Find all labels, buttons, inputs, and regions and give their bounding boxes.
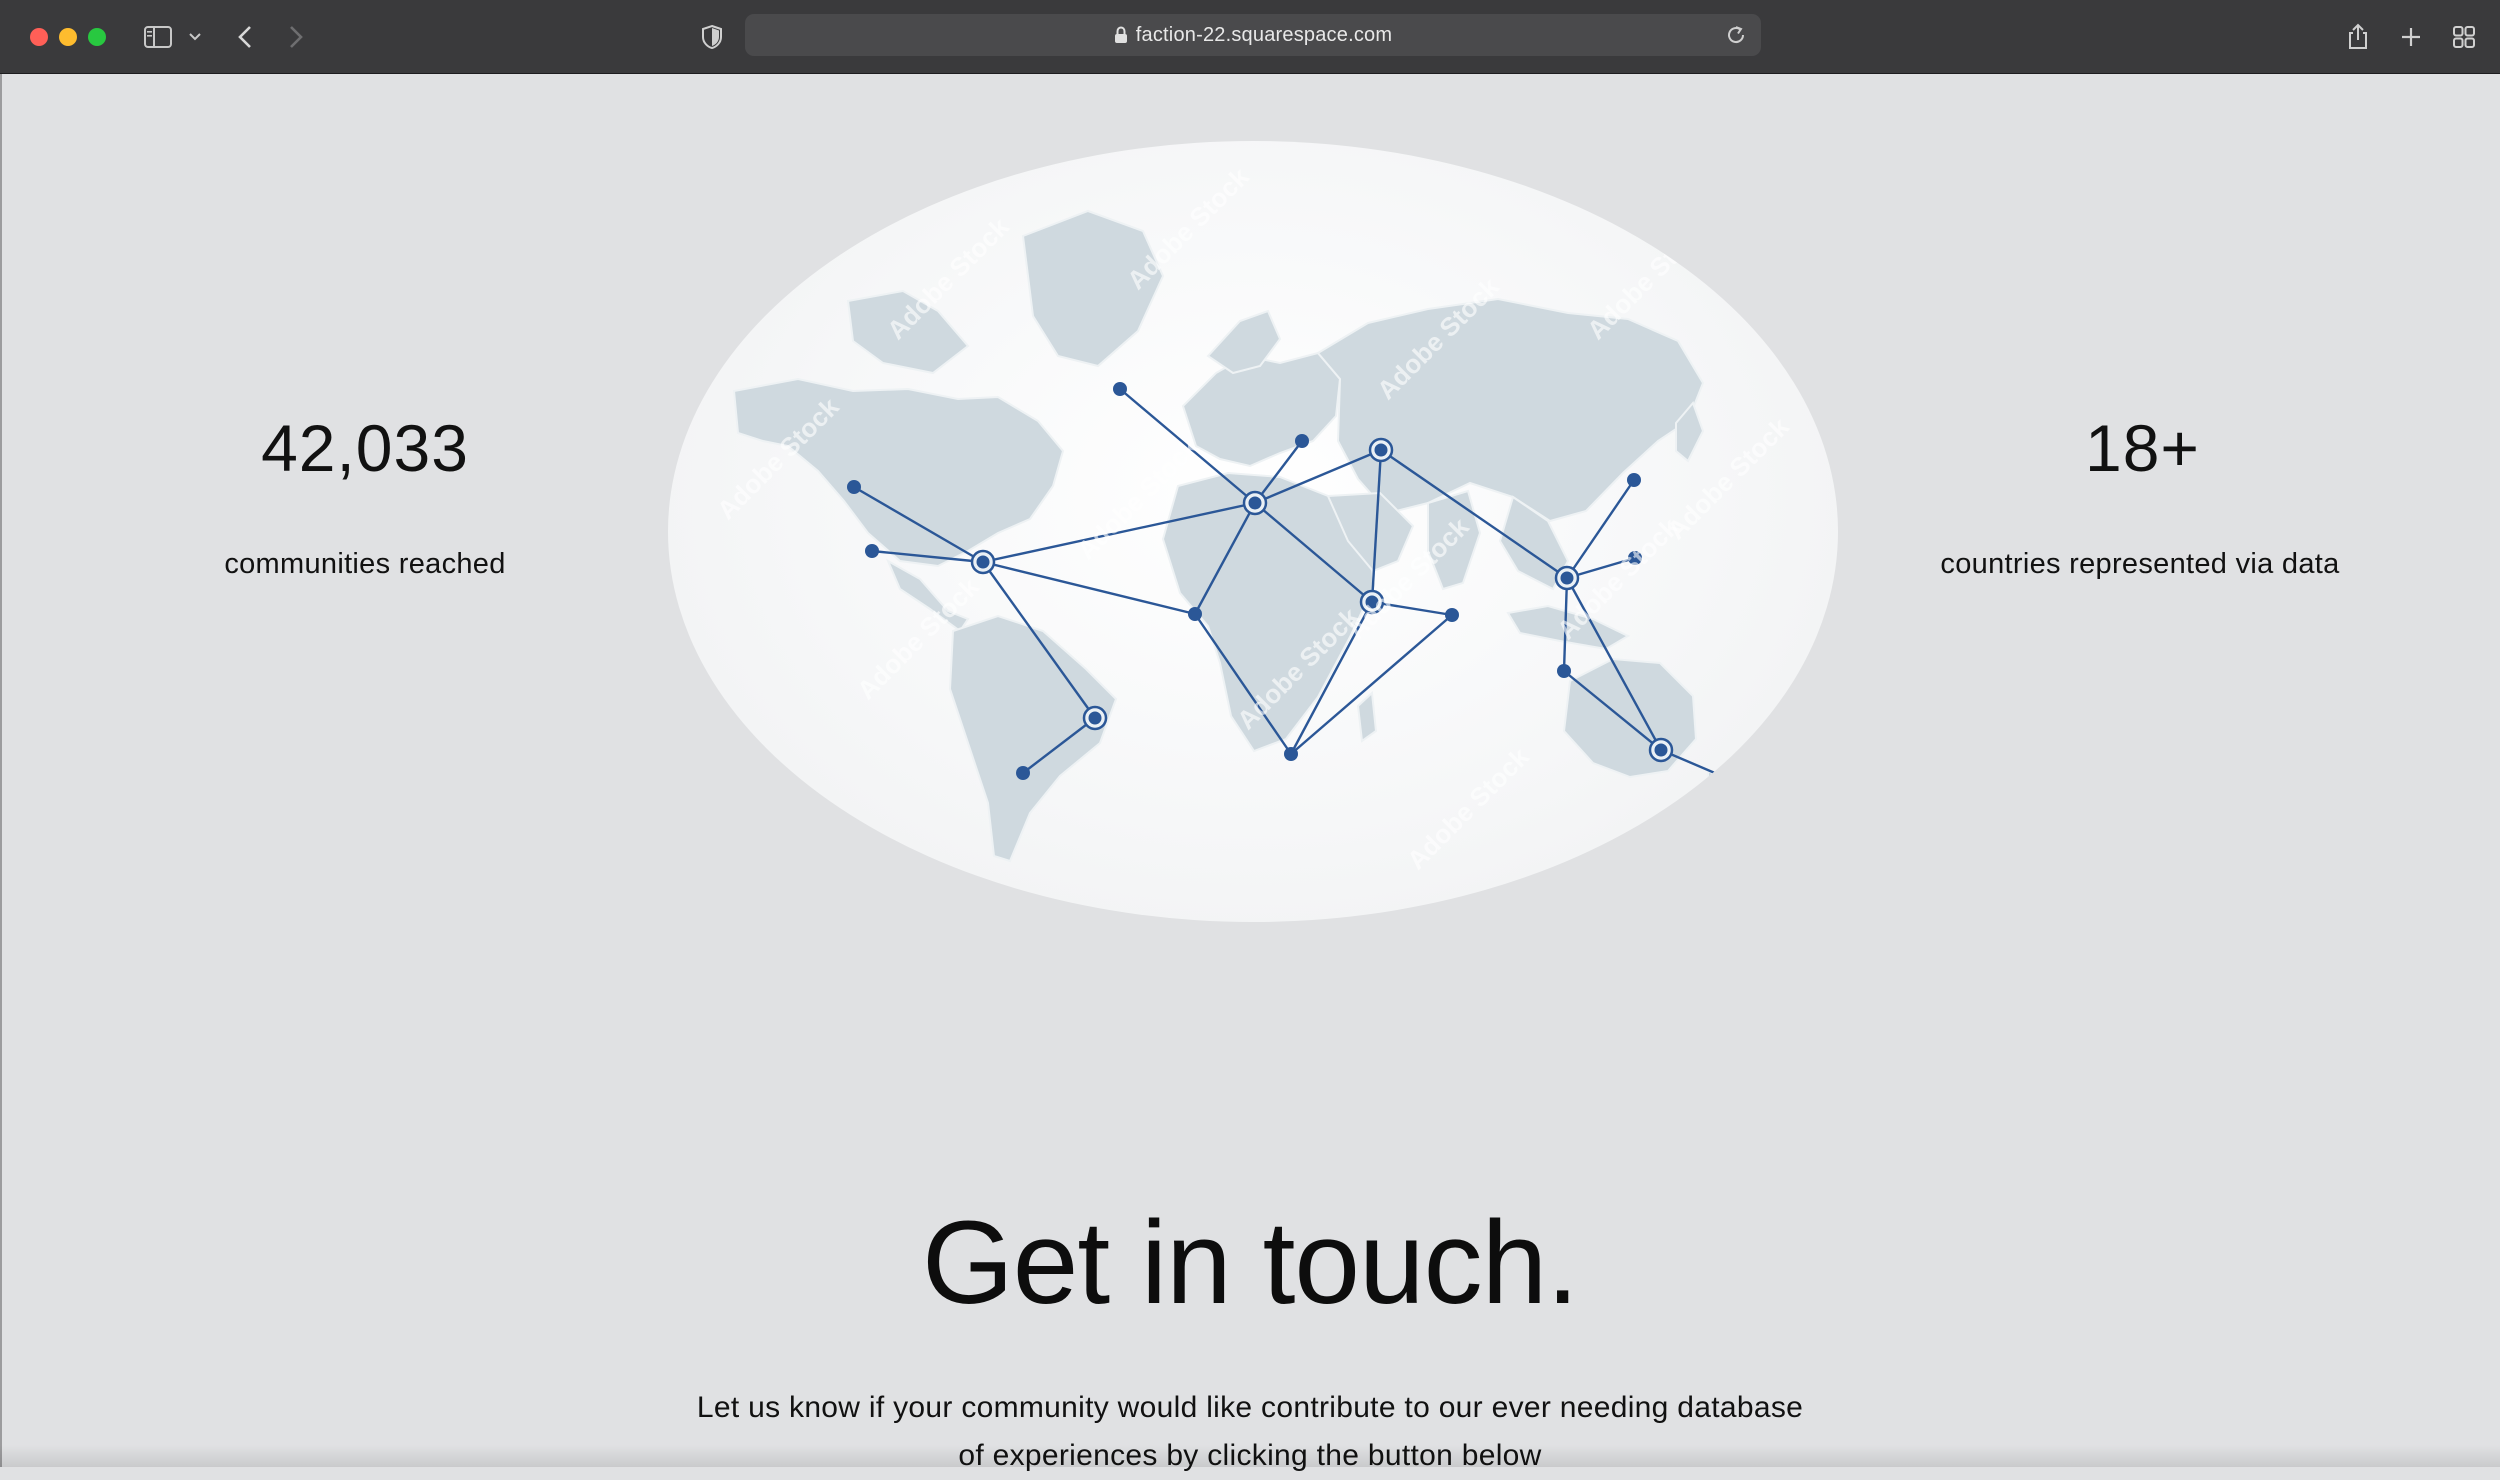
address-bar[interactable]: faction-22.squarespace.com (745, 14, 1761, 56)
world-map-image: Adobe Stock Adobe Stock Adobe Stock Adob… (668, 141, 1838, 922)
watermark: Adobe Stock (1581, 211, 1715, 345)
tab-overview-icon[interactable] (2451, 20, 2477, 54)
land-shapes (732, 209, 1730, 863)
chevron-down-icon[interactable] (186, 20, 204, 54)
land-europe (1181, 351, 1342, 468)
back-icon[interactable] (234, 20, 256, 54)
contact-headline: Get in touch. (921, 1197, 1579, 1329)
land-australia (1562, 657, 1698, 779)
url-text: faction-22.squarespace.com (1135, 23, 1393, 46)
land-asia (1316, 297, 1705, 523)
reload-icon[interactable] (1725, 24, 1747, 51)
close-window-button[interactable] (30, 28, 48, 46)
countries-count: 18+ (2085, 411, 2200, 485)
land-south-america (948, 614, 1118, 863)
countries-label: countries represented via data (1940, 548, 2340, 580)
zoom-window-button[interactable] (88, 28, 106, 46)
share-icon[interactable] (2345, 20, 2371, 54)
communities-count: 42,033 (261, 411, 469, 485)
lock-icon (1114, 26, 1128, 44)
world-map-graphic: Adobe Stock Adobe Stock Adobe Stock Adob… (711, 161, 1795, 875)
shield-icon[interactable] (700, 20, 724, 54)
bottom-shadow (0, 1445, 2500, 1467)
browser-toolbar: faction-22.squarespace.com (0, 0, 2500, 74)
land-madagascar (1356, 690, 1378, 743)
sidebar-icon[interactable] (141, 20, 175, 54)
communities-label: communities reached (224, 548, 506, 580)
watermark: Adobe Stock (1121, 161, 1255, 295)
watermark: Adobe Stock (1401, 741, 1535, 875)
forward-icon[interactable] (285, 20, 307, 54)
minimize-window-button[interactable] (59, 28, 77, 46)
contact-paragraph-line-1: Let us know if your community would like… (696, 1391, 1804, 1424)
new-tab-icon[interactable] (2398, 20, 2424, 54)
